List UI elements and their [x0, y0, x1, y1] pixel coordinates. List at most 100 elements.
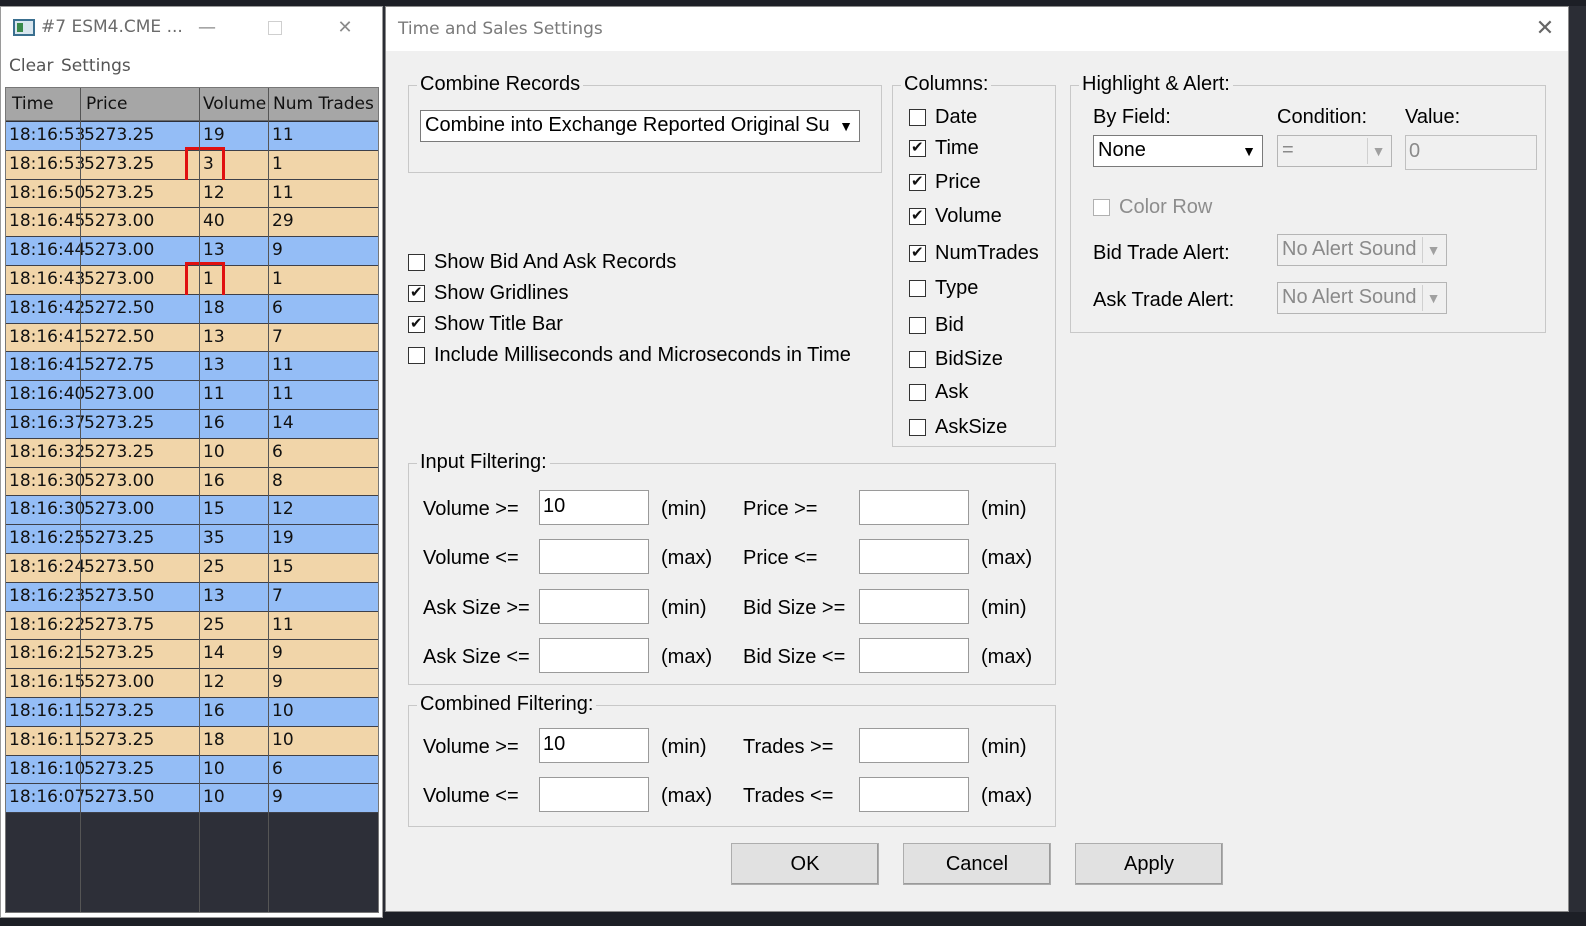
- table-row[interactable]: 18:16:45 5273.00 40 29: [6, 208, 378, 238]
- checkbox-box[interactable]: [909, 109, 926, 126]
- time-sales-settings-dialog: Time and Sales Settings ✕ Combine Record…: [385, 6, 1569, 912]
- cell-volume: 10: [203, 758, 225, 779]
- combined-volume-max-input[interactable]: [539, 777, 649, 812]
- table-row[interactable]: 18:16:37 5273.25 16 14: [6, 409, 378, 439]
- bid-trade-alert-dropdown[interactable]: No Alert Sound ▼: [1277, 234, 1447, 266]
- ask-trade-alert-dropdown[interactable]: No Alert Sound ▼: [1277, 282, 1447, 314]
- table-row[interactable]: 18:16:43 5273.00 1 1: [6, 261, 378, 298]
- cell-time: 18:16:37: [9, 412, 86, 433]
- combined-trades-max-input[interactable]: [859, 777, 969, 812]
- table-row[interactable]: 18:16:21 5273.25 14 9: [6, 640, 378, 670]
- table-row[interactable]: 18:16:42 5272.50 18 6: [6, 294, 378, 324]
- column-checkbox-volume[interactable]: Volume: [909, 205, 1002, 228]
- highlight-value-input[interactable]: 0: [1405, 135, 1537, 170]
- ask-trade-alert-value: No Alert Sound: [1282, 286, 1417, 308]
- combined-volume-min-input[interactable]: 10: [539, 728, 649, 763]
- checkbox-show-title-bar[interactable]: Show Title Bar: [408, 313, 563, 336]
- checkbox-box[interactable]: [408, 314, 425, 333]
- table-row[interactable]: 18:16:11 5273.25 16 10: [6, 697, 378, 727]
- checkbox-box[interactable]: [408, 254, 425, 271]
- table-row[interactable]: 18:16:07 5273.50 10 9: [6, 784, 378, 814]
- price-max-input[interactable]: [859, 539, 969, 574]
- filter-label: Trades <=: [743, 785, 834, 807]
- column-checkbox-numtrades[interactable]: NumTrades: [909, 242, 1039, 265]
- checkbox-box[interactable]: [909, 138, 926, 157]
- table-row[interactable]: 18:16:23 5273.50 13 7: [6, 582, 378, 612]
- close-icon[interactable]: ✕: [325, 13, 365, 43]
- checkbox-color-row[interactable]: Color Row: [1093, 196, 1212, 219]
- table-row[interactable]: 18:16:15 5273.00 12 9: [6, 669, 378, 698]
- ok-button[interactable]: OK: [731, 843, 879, 885]
- column-checkbox-time[interactable]: Time: [909, 137, 979, 160]
- table-row[interactable]: 18:16:32 5273.25 10 6: [6, 438, 378, 468]
- filter-label: Volume >=: [423, 736, 519, 758]
- column-checkbox-bidsize[interactable]: BidSize: [909, 348, 1003, 371]
- cell-num-trades: 9: [272, 240, 283, 261]
- table-row[interactable]: 18:16:30 5273.00 15 12: [6, 496, 378, 526]
- cell-volume: 13: [203, 240, 225, 261]
- cell-price: 5272.50: [84, 326, 155, 347]
- checkbox-include-ms[interactable]: Include Milliseconds and Microseconds in…: [408, 344, 851, 367]
- table-row[interactable]: 18:16:53 5273.25 3 1: [6, 146, 378, 183]
- table-row[interactable]: 18:16:30 5273.00 16 8: [6, 467, 378, 497]
- checkbox-box[interactable]: [909, 280, 926, 297]
- combine-records-dropdown[interactable]: Combine into Exchange Reported Original …: [420, 110, 860, 142]
- table-row[interactable]: 18:16:24 5273.50 25 15: [6, 553, 378, 583]
- table-row[interactable]: 18:16:41 5272.75 13 11: [6, 352, 378, 382]
- ask-size-min-input[interactable]: [539, 589, 649, 624]
- bid-size-max-input[interactable]: [859, 638, 969, 673]
- checkbox-show-gridlines[interactable]: Show Gridlines: [408, 282, 569, 305]
- column-checkbox-bid[interactable]: Bid: [909, 314, 964, 337]
- checkbox-box[interactable]: [909, 317, 926, 334]
- column-checkbox-ask[interactable]: Ask: [909, 381, 968, 404]
- price-min-input[interactable]: [859, 490, 969, 525]
- filter-label: Ask Size <=: [423, 646, 530, 668]
- column-header-price[interactable]: Price: [86, 94, 127, 114]
- apply-button[interactable]: Apply: [1075, 843, 1223, 885]
- menu-clear[interactable]: Clear: [9, 56, 53, 76]
- minimize-icon[interactable]: —: [187, 13, 227, 43]
- cancel-button[interactable]: Cancel: [903, 843, 1051, 885]
- checkbox-box[interactable]: [1093, 199, 1110, 216]
- checkbox-box[interactable]: [909, 384, 926, 401]
- checkbox-box[interactable]: [909, 172, 926, 191]
- column-header-volume[interactable]: Volume: [203, 94, 266, 114]
- table-row[interactable]: 18:16:40 5273.00 11 11: [6, 381, 378, 410]
- table-row[interactable]: 18:16:11 5273.25 18 10: [6, 726, 378, 756]
- cell-price: 5273.25: [84, 125, 155, 145]
- condition-dropdown[interactable]: = ▼: [1277, 135, 1392, 167]
- checkbox-box[interactable]: [909, 243, 926, 262]
- ask-size-max-input[interactable]: [539, 638, 649, 673]
- column-checkbox-date[interactable]: Date: [909, 106, 977, 129]
- table-row[interactable]: 18:16:25 5273.25 35 19: [6, 525, 378, 554]
- combined-trades-min-input[interactable]: [859, 728, 969, 763]
- cell-time: 18:16:10: [9, 758, 86, 779]
- column-checkbox-asksize[interactable]: AskSize: [909, 416, 1007, 439]
- close-icon[interactable]: ✕: [1530, 15, 1560, 45]
- chevron-down-icon: ▼: [1242, 143, 1256, 159]
- checkbox-show-bid-ask[interactable]: Show Bid And Ask Records: [408, 251, 676, 274]
- trades-grid[interactable]: Time Price Volume Num Trades 18:16:53 527…: [5, 87, 379, 913]
- table-row[interactable]: 18:16:22 5273.75 25 11: [6, 611, 378, 641]
- checkbox-box[interactable]: [408, 347, 425, 364]
- volume-min-input[interactable]: 10: [539, 490, 649, 525]
- column-checkbox-type[interactable]: Type: [909, 277, 978, 300]
- table-row[interactable]: 18:16:10 5273.25 10 6: [6, 755, 378, 785]
- cell-price: 5273.00: [84, 470, 155, 491]
- bid-size-min-input[interactable]: [859, 589, 969, 624]
- column-header-time[interactable]: Time: [12, 94, 54, 114]
- table-row[interactable]: 18:16:50 5273.25 12 11: [6, 179, 378, 209]
- checkbox-box[interactable]: [909, 419, 926, 436]
- highlight-alert-group: Highlight & Alert: By Field: Condition: …: [1070, 73, 1546, 333]
- table-row[interactable]: 18:16:41 5272.50 13 7: [6, 323, 378, 353]
- volume-max-input[interactable]: [539, 539, 649, 574]
- column-checkbox-price[interactable]: Price: [909, 171, 981, 194]
- maximize-icon[interactable]: [255, 13, 295, 43]
- checkbox-box[interactable]: [909, 206, 926, 225]
- column-header-num-trades[interactable]: Num Trades: [273, 94, 374, 114]
- menu-settings[interactable]: Settings: [61, 56, 131, 76]
- by-field-dropdown[interactable]: None ▼: [1093, 135, 1263, 167]
- checkbox-box[interactable]: [909, 351, 926, 368]
- cell-volume: 19: [203, 125, 225, 145]
- checkbox-box[interactable]: [408, 283, 425, 302]
